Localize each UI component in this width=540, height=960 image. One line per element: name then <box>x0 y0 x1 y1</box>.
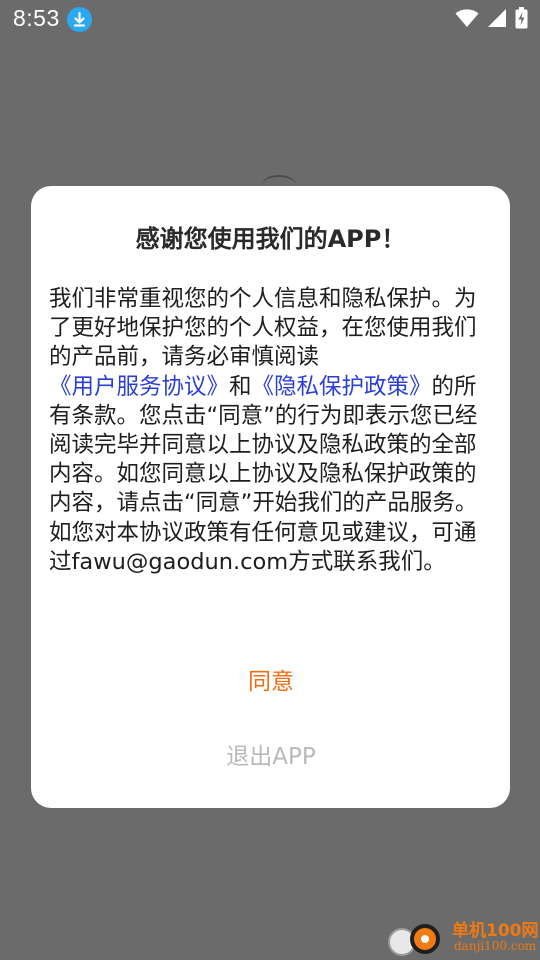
watermark: 单机100网 danji100.com <box>380 914 540 960</box>
body-text-intro: 我们非常重视您的个人信息和隐私保护。为了更好地保护您的个人权益，在您使用我们的产… <box>49 286 477 371</box>
download-icon <box>67 7 92 32</box>
privacy-dialog: 感谢您使用我们的APP！ 我们非常重视您的个人信息和隐私保护。为了更好地保护您的… <box>31 186 510 808</box>
watermark-name: 单机100网 <box>452 921 539 941</box>
dialog-title: 感谢您使用我们的APP！ <box>135 225 406 253</box>
status-time: 8:53 <box>13 5 60 31</box>
body-text-contact: 如您对本协议政策有任何意见或建议，可通过fawu@gaodun.com方式联系我… <box>49 519 477 575</box>
dialog-body: 我们非常重视您的个人信息和隐私保护。为了更好地保护您的个人权益，在您使用我们的产… <box>49 285 495 577</box>
status-bar: 8:53 <box>0 0 540 38</box>
battery-charging-icon <box>515 7 528 29</box>
user-agreement-link[interactable]: 《用户服务协议》 <box>49 374 229 400</box>
watermark-logo-dot-icon <box>410 924 440 954</box>
agree-button[interactable]: 同意 <box>171 652 371 712</box>
exit-app-button[interactable]: 退出APP <box>171 727 371 787</box>
status-icons <box>455 6 528 30</box>
signal-icon <box>487 8 507 28</box>
body-text-and: 和 <box>229 373 252 400</box>
privacy-policy-link[interactable]: 《隐私保护政策》 <box>252 374 432 400</box>
wifi-icon <box>455 8 479 28</box>
watermark-domain: danji100.com <box>454 939 537 953</box>
